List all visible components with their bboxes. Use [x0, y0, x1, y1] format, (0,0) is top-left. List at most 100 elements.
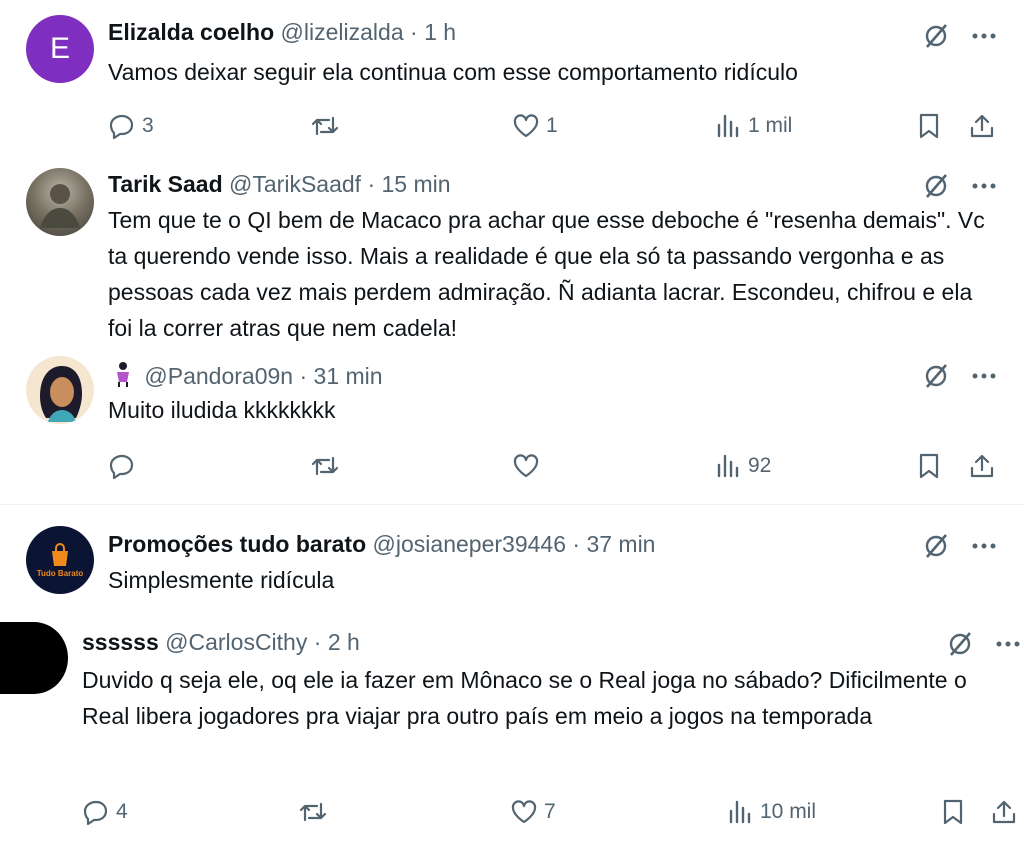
share-icon	[968, 112, 996, 140]
analytics-icon	[714, 452, 742, 480]
post-pandora[interactable]: @Pandora09n · 31 min Muito iludida kkkkk…	[0, 350, 1024, 502]
views-count: 10 mil	[760, 800, 817, 823]
avatar[interactable]	[26, 168, 94, 236]
post-text: Vamos deixar seguir ela continua com ess…	[108, 59, 798, 85]
post-text: Duvido q seja ele, oq ele ia fazer em Mô…	[82, 667, 967, 729]
post-time[interactable]: 31 min	[314, 363, 383, 389]
author-handle[interactable]: @TarikSaadf	[229, 171, 361, 197]
views-count: 1 mil	[748, 114, 793, 137]
views-button[interactable]: 10 mil	[726, 798, 816, 826]
analytics-icon	[714, 112, 742, 140]
separator-dot: ·	[410, 19, 418, 45]
more-options-icon[interactable]	[972, 182, 996, 190]
post-corner-actions	[922, 362, 996, 390]
author-name[interactable]: ssssss	[82, 629, 159, 655]
reply-button[interactable]	[108, 452, 142, 480]
separator-dot: ·	[572, 531, 581, 557]
post-corner-actions	[922, 22, 996, 50]
author-handle[interactable]: @josianeper39446	[373, 531, 566, 557]
share-button[interactable]	[968, 452, 996, 480]
like-button[interactable]: 1	[512, 112, 558, 140]
like-button[interactable]: 7	[510, 798, 556, 826]
share-button[interactable]	[990, 798, 1018, 826]
author-name[interactable]: Elizalda coelho	[108, 19, 274, 45]
post-time[interactable]: 1 h	[424, 19, 456, 45]
post-corner-actions	[922, 172, 996, 200]
post-corner-actions	[946, 630, 1020, 658]
post-header: ssssss @CarlosCithy · 2 h	[82, 628, 360, 656]
heart-icon	[512, 112, 540, 140]
separator-dot: ·	[367, 171, 376, 197]
author-name[interactable]: Promoções tudo barato	[108, 531, 366, 557]
grok-icon[interactable]	[922, 172, 950, 200]
like-count: 1	[546, 114, 558, 137]
author-name[interactable]: Tarik Saad	[108, 171, 223, 197]
post-ssssss[interactable]: ssssss @CarlosCithy · 2 h Duvido q seja …	[0, 614, 1024, 848]
emoji-icon	[108, 360, 138, 394]
author-handle[interactable]: @Pandora09n	[144, 363, 293, 389]
reply-icon	[82, 798, 110, 826]
bookmark-button[interactable]	[916, 112, 942, 140]
post-elizalda[interactable]: E Elizalda coelho @lizelizalda · 1 h Vam…	[0, 0, 1024, 160]
post-text: Muito iludida kkkkkkkk	[108, 397, 336, 423]
post-header: Tarik Saad @TarikSaadf · 15 min	[108, 170, 451, 198]
post-header: @Pandora09n · 31 min	[108, 360, 383, 394]
avatar-image	[40, 184, 80, 228]
repost-button[interactable]	[310, 112, 340, 140]
post-header: Elizalda coelho @lizelizalda · 1 h	[108, 18, 456, 46]
author-handle[interactable]: @CarlosCithy	[165, 629, 307, 655]
share-icon	[968, 452, 996, 480]
separator-dot: ·	[299, 363, 308, 389]
post-time[interactable]: 15 min	[382, 171, 451, 197]
repost-button[interactable]	[310, 452, 340, 480]
reply-count: 4	[116, 800, 128, 823]
more-options-icon[interactable]	[972, 32, 996, 40]
grok-icon[interactable]	[922, 22, 950, 50]
heart-icon	[510, 798, 538, 826]
shopping-bag-icon	[52, 542, 68, 566]
more-options-icon[interactable]	[972, 542, 996, 550]
avatar-letter: E	[49, 32, 70, 65]
views-button[interactable]: 1 mil	[714, 112, 792, 140]
avatar[interactable]: Tudo Barato	[26, 526, 94, 594]
heart-icon	[512, 452, 540, 480]
avatar[interactable]	[0, 622, 68, 694]
grok-icon[interactable]	[922, 362, 950, 390]
like-button[interactable]	[512, 452, 540, 480]
avatar-text: Tudo Barato	[36, 568, 84, 578]
avatar-image	[40, 366, 82, 422]
analytics-icon	[726, 798, 754, 826]
repost-icon	[310, 112, 340, 140]
post-text: Simplesmente ridícula	[108, 567, 335, 593]
views-count: 92	[748, 454, 772, 477]
reply-button[interactable]: 3	[108, 112, 154, 140]
post-header: Promoções tudo barato @josianeper39446 ·…	[108, 530, 655, 558]
post-time[interactable]: 2 h	[328, 629, 360, 655]
divider	[0, 504, 1024, 505]
post-tarik[interactable]: Tarik Saad @TarikSaadf · 15 min Tem que …	[0, 160, 1024, 350]
bookmark-icon	[916, 452, 942, 480]
reply-button[interactable]: 4	[82, 798, 128, 826]
more-options-icon[interactable]	[996, 640, 1020, 648]
grok-icon[interactable]	[922, 532, 950, 560]
post-text: Tem que te o QI bem de Macaco pra achar …	[108, 207, 985, 341]
share-icon	[990, 798, 1018, 826]
repost-icon	[298, 798, 328, 826]
author-handle[interactable]: @lizelizalda	[281, 19, 404, 45]
share-button[interactable]	[968, 112, 996, 140]
like-count: 7	[544, 800, 556, 823]
bookmark-icon	[940, 798, 966, 826]
bookmark-button[interactable]	[916, 452, 942, 480]
avatar[interactable]	[26, 356, 94, 424]
repost-button[interactable]	[298, 798, 328, 826]
post-time[interactable]: 37 min	[586, 531, 655, 557]
bookmark-icon	[916, 112, 942, 140]
reply-icon	[108, 112, 136, 140]
separator-dot: ·	[313, 629, 322, 655]
views-button[interactable]: 92	[714, 452, 771, 480]
more-options-icon[interactable]	[972, 372, 996, 380]
bookmark-button[interactable]	[940, 798, 966, 826]
post-promocoes[interactable]: Tudo Barato Promoções tudo barato @josia…	[0, 506, 1024, 614]
avatar[interactable]: E	[26, 15, 94, 83]
grok-icon[interactable]	[946, 630, 974, 658]
